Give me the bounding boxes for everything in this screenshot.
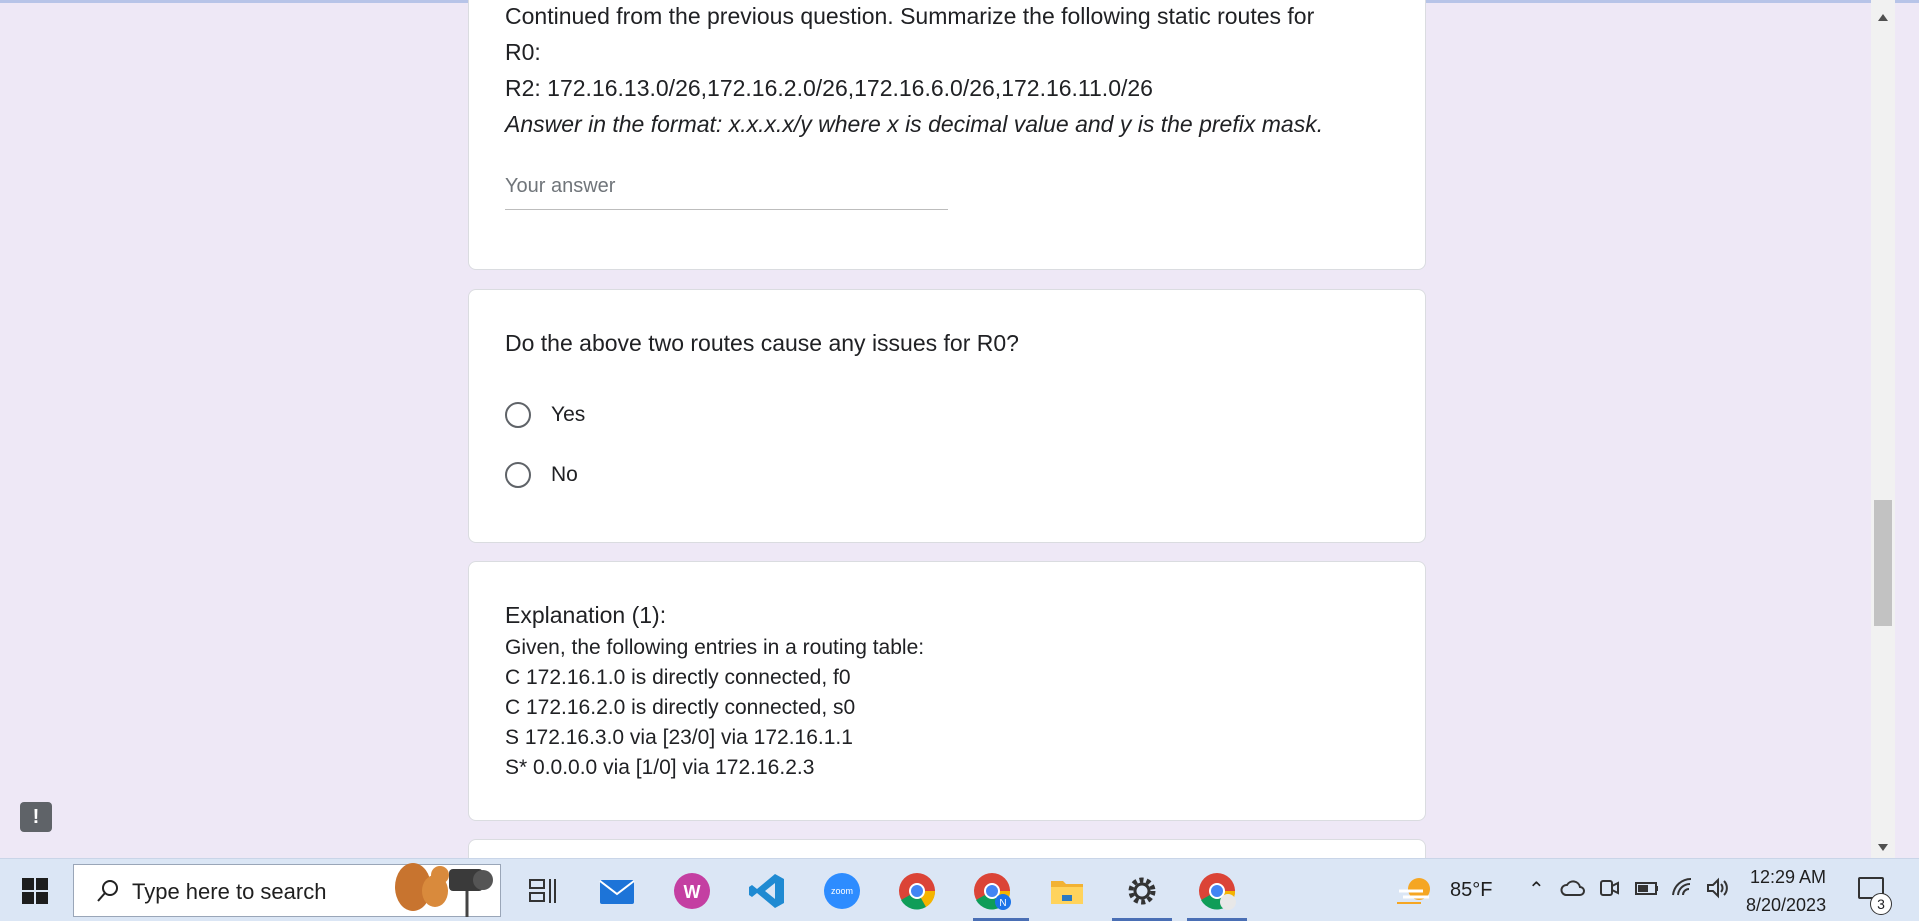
vscode-icon[interactable] — [747, 871, 787, 911]
search-icon — [97, 880, 118, 902]
file-explorer-icon[interactable] — [1047, 871, 1087, 911]
volume-icon[interactable] — [1705, 877, 1731, 899]
svg-text:W: W — [684, 882, 701, 902]
next-card — [468, 839, 1426, 858]
explanation-line: Given, the following entries in a routin… — [505, 636, 925, 659]
explanation-line: C 172.16.1.0 is directly connected, f0 — [505, 666, 851, 689]
windows-start-icon[interactable] — [22, 878, 48, 904]
squirrel-photographer-icon — [395, 863, 493, 917]
explanation-line: C 172.16.2.0 is directly connected, s0 — [505, 696, 856, 719]
windows-taskbar: Type here to search W zoom N 85°F ⌃ 12:2… — [0, 858, 1919, 921]
weather-temperature[interactable]: 85°F — [1450, 879, 1492, 902]
mail-icon[interactable] — [597, 871, 637, 911]
chrome-icon[interactable] — [897, 871, 937, 911]
question-routes-line: R2: 172.16.13.0/26,172.16.2.0/26,172.16.… — [505, 75, 1153, 101]
explanation-line: S* 0.0.0.0 via [1/0] via 172.16.2.3 — [505, 756, 815, 779]
answer-input[interactable]: Your answer — [505, 175, 948, 210]
radio-label-no: No — [551, 463, 578, 486]
wifi-icon[interactable] — [1671, 877, 1695, 899]
search-placeholder: Type here to search — [132, 879, 327, 904]
clock-date[interactable]: 8/20/2023 — [1746, 895, 1826, 916]
answer-placeholder: Your answer — [505, 175, 616, 197]
svg-text:N: N — [999, 898, 1006, 909]
report-feedback-icon[interactable]: ! — [20, 802, 52, 832]
form-content: Continued from the previous question. Su… — [0, 0, 1895, 858]
scroll-down-icon[interactable] — [1878, 844, 1888, 851]
explanation-line: S 172.16.3.0 via [23/0] via 172.16.1.1 — [505, 726, 853, 749]
zoom-icon[interactable]: zoom — [822, 871, 862, 911]
radio-option-yes[interactable]: Yes — [505, 397, 585, 433]
settings-icon[interactable] — [1122, 871, 1162, 911]
battery-icon[interactable] — [1634, 877, 1660, 899]
scroll-up-icon[interactable] — [1878, 14, 1888, 21]
question-text-line1: Continued from the previous question. Su… — [505, 3, 1315, 29]
explanation-title: Explanation (1): — [505, 602, 667, 628]
show-hidden-icons-icon[interactable]: ⌃ — [1528, 877, 1545, 902]
wps-office-icon[interactable]: W — [672, 871, 712, 911]
chrome-canary-icon[interactable] — [1197, 871, 1237, 911]
radio-option-no[interactable]: No — [505, 457, 578, 493]
answer-format-hint: Answer in the format: x.x.x.x/y where x … — [505, 111, 1324, 137]
scrollbar-thumb[interactable] — [1874, 500, 1892, 626]
question-card-issues: Do the above two routes cause any issues… — [468, 289, 1426, 543]
explanation-card: Explanation (1): Given, the following en… — [468, 561, 1426, 821]
question-card-summarize: Continued from the previous question. Su… — [468, 0, 1426, 270]
notification-count-badge: 3 — [1870, 893, 1892, 915]
radio-circle-icon[interactable] — [505, 402, 531, 428]
task-view-icon[interactable] — [522, 871, 562, 911]
meet-now-icon[interactable] — [1598, 877, 1620, 899]
onedrive-cloud-icon[interactable] — [1560, 877, 1586, 899]
clock-time[interactable]: 12:29 AM — [1750, 867, 1826, 888]
vertical-scrollbar[interactable] — [1871, 0, 1895, 858]
question-text: Do the above two routes cause any issues… — [505, 330, 1019, 356]
radio-circle-icon[interactable] — [505, 462, 531, 488]
svg-text:zoom: zoom — [831, 886, 853, 896]
weather-haze-icon[interactable] — [1393, 875, 1441, 907]
question-text-line2: R0: — [505, 39, 541, 65]
radio-label-yes: Yes — [551, 403, 586, 426]
chrome-profile-icon[interactable]: N — [972, 871, 1012, 911]
